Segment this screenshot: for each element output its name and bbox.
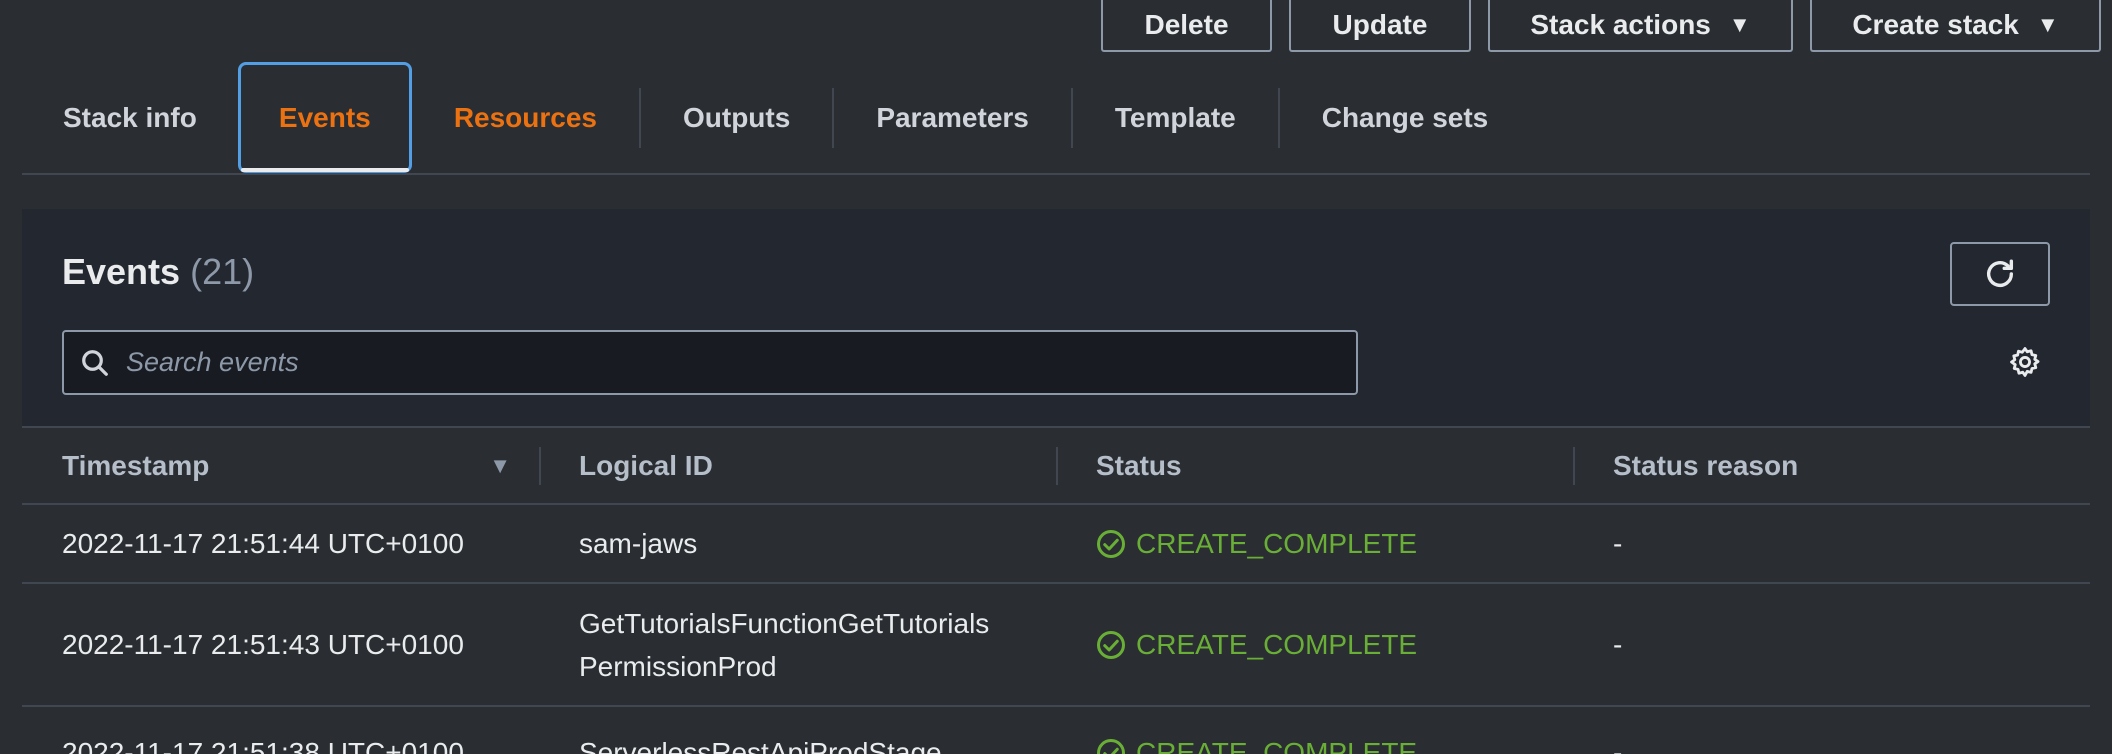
status-reason-cell: - [1613,737,1623,754]
panel-title: Events (21) [62,251,254,293]
logical-id-line: sam-jaws [578,528,698,559]
stack-action-bar: Delete Update Stack actions ▼ Create sta… [1101,0,2101,52]
tab-template[interactable]: Template [1073,62,1278,173]
table-row: 2022-11-17 21:51:44 UTC+0100 sam-jaws CR… [22,505,2090,584]
refresh-button[interactable] [1950,242,2050,306]
timestamp-cell: 2022-11-17 21:51:44 UTC+0100 [62,528,464,559]
table-row: 2022-11-17 21:51:38 UTC+0100 ServerlessR… [22,707,2090,754]
tab-change-sets[interactable]: Change sets [1280,62,1531,173]
status-reason-header-label: Status reason [1613,449,1799,481]
timestamp-cell: 2022-11-17 21:51:38 UTC+0100 [62,737,464,754]
check-circle-icon [1097,738,1126,754]
status-indicator: CREATE_COMPLETE [1096,731,1573,754]
stack-actions-dropdown[interactable]: Stack actions ▼ [1488,0,1793,52]
cloudformation-stack-page: Delete Update Stack actions ▼ Create sta… [0,0,2112,754]
search-input[interactable] [110,347,1356,378]
tab-outputs[interactable]: Outputs [641,62,832,173]
check-circle-icon [1097,529,1126,558]
status-indicator: CREATE_COMPLETE [1096,522,1573,565]
status-indicator: CREATE_COMPLETE [1096,623,1573,666]
logical-id-line: GetTutorialsFunctionGetTutorials [578,607,990,639]
status-reason-cell: - [1613,528,1623,559]
column-header-status-reason[interactable]: Status reason [1573,428,2090,503]
gear-icon[interactable] [2008,345,2042,379]
timestamp-cell: 2022-11-17 21:51:43 UTC+0100 [62,629,464,660]
logical-id-line: PermissionProd [578,650,777,682]
stack-actions-label: Stack actions [1530,9,1711,40]
status-cell: CREATE_COMPLETE [1056,731,1573,754]
tab-resources[interactable]: Resources [412,62,639,173]
status-text: CREATE_COMPLETE [1136,737,1418,754]
caret-down-icon: ▼ [2036,12,2059,37]
caret-down-icon: ▼ [1728,12,1751,37]
delete-button-label: Delete [1144,9,1229,40]
events-count: (21) [190,251,255,292]
status-text: CREATE_COMPLETE [1136,528,1418,559]
timestamp-header-label: Timestamp [62,449,210,481]
events-table: Timestamp ▼ Logical ID Status Status rea… [22,426,2090,754]
stack-tabs: Stack info Events Resources Outputs Para… [22,62,2090,175]
search-icon [82,349,108,376]
logical-id-header-label: Logical ID [579,449,713,481]
sort-descending-icon[interactable]: ▼ [489,453,511,479]
events-panel: Events (21) Timestamp ▼ [22,209,2090,754]
table-header: Timestamp ▼ Logical ID Status Status rea… [22,428,2090,505]
status-text: CREATE_COMPLETE [1136,629,1418,660]
column-header-timestamp[interactable]: Timestamp ▼ [22,428,539,503]
tab-parameters[interactable]: Parameters [834,62,1071,173]
tab-events[interactable]: Events [237,62,412,173]
logical-id-cell: GetTutorialsFunctionGetTutorials Permiss… [539,602,1056,688]
refresh-icon [1986,259,2014,287]
create-stack-dropdown[interactable]: Create stack ▼ [1810,0,2101,52]
logical-id-cell: ServerlessRestApiProdStage [539,731,1056,754]
tab-stack-info[interactable]: Stack info [22,62,238,173]
status-cell: CREATE_COMPLETE [1056,623,1573,666]
status-reason-cell: - [1613,629,1623,660]
logical-id-cell: sam-jaws [539,522,1056,565]
status-header-label: Status [1096,449,1182,481]
table-row: 2022-11-17 21:51:43 UTC+0100 GetTutorial… [22,584,2090,707]
check-circle-icon [1097,630,1126,659]
column-header-status[interactable]: Status [1056,428,1573,503]
create-stack-label: Create stack [1852,9,2019,40]
update-button-label: Update [1332,9,1428,40]
status-cell: CREATE_COMPLETE [1056,522,1573,565]
logical-id-line: ServerlessRestApiProdStage [578,737,942,754]
update-button[interactable]: Update [1289,0,1471,52]
search-events [62,330,1358,395]
events-title: Events [62,251,181,292]
delete-button[interactable]: Delete [1101,0,1272,52]
column-header-logical-id[interactable]: Logical ID [539,428,1056,503]
